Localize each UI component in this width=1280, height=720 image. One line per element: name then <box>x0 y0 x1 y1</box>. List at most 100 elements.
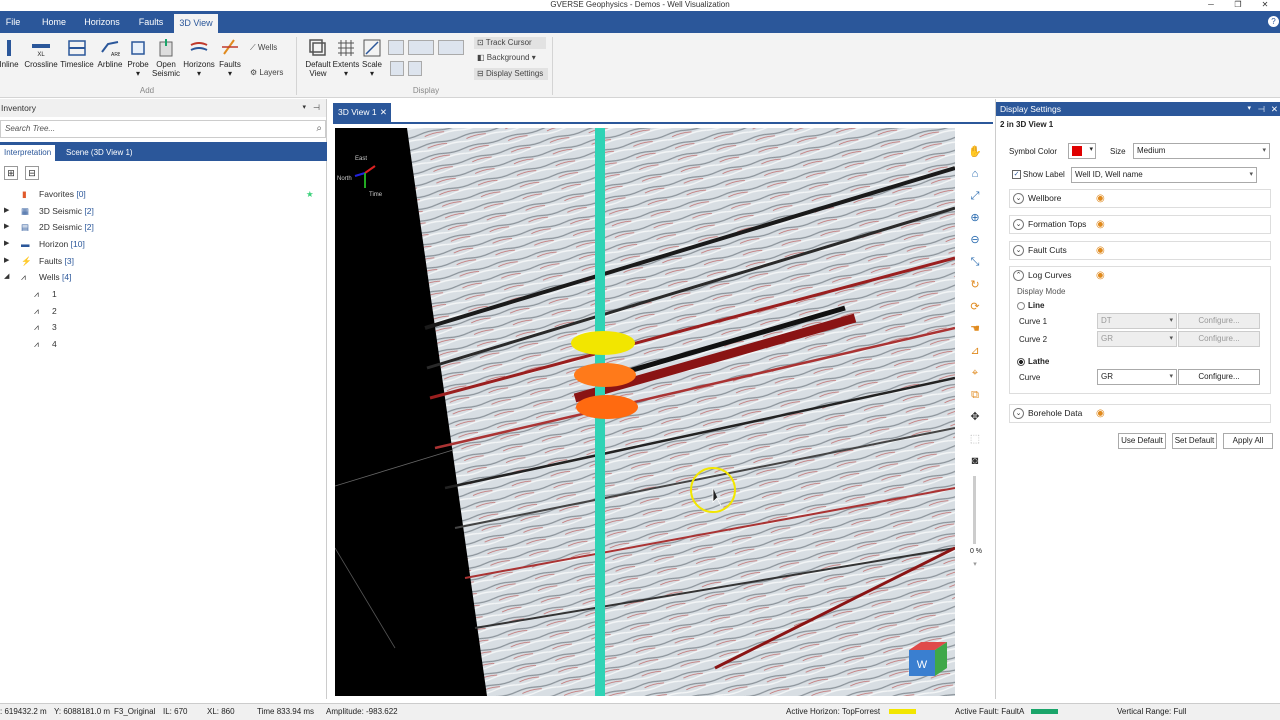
section-borehole-data[interactable]: ⌄ Borehole Data ◉ <box>1009 404 1271 423</box>
measure-icon[interactable]: ⊿ <box>968 344 982 358</box>
chevron-down-icon[interactable]: ⌄ <box>1013 408 1024 419</box>
layout-l-icon[interactable] <box>388 40 404 55</box>
curve-select[interactable]: GR ▾ <box>1097 369 1177 385</box>
chevron-down-icon[interactable]: ⌄ <box>1013 219 1024 230</box>
horizons-button[interactable]: Horizons ▾ <box>182 38 216 78</box>
close-icon[interactable]: ✕ <box>1271 102 1278 116</box>
expand-arrow-icon[interactable]: ▶ <box>4 220 9 234</box>
chevron-down-icon[interactable]: ⌄ <box>1013 193 1024 204</box>
panel-menu-icon[interactable]: ▾ <box>302 99 306 117</box>
expand-arrow-icon[interactable]: ▶ <box>4 254 9 268</box>
menu-tab-home[interactable]: Home <box>36 11 72 33</box>
expand-all-button[interactable]: ⊞ <box>4 166 18 180</box>
formation-top-marker[interactable] <box>574 363 636 387</box>
layers-button[interactable]: ⚙ Layers <box>250 67 283 79</box>
crop-icon[interactable]: ⬚ <box>968 432 982 446</box>
seismic-scene[interactable]: W <box>335 128 955 696</box>
fullscreen-icon[interactable]: ⤡ <box>968 255 982 269</box>
zoom-slider[interactable] <box>973 476 976 544</box>
layout-grid-icon[interactable] <box>438 40 464 55</box>
rotate-icon[interactable]: ↻ <box>968 278 982 292</box>
eye-icon[interactable]: ◉ <box>1096 408 1107 419</box>
curve1-configure-button[interactable]: Configure... <box>1178 313 1260 329</box>
arbline-button[interactable]: ARB Arbline <box>96 38 124 69</box>
scale-button[interactable]: Scale ▾ <box>360 38 384 78</box>
formation-top-marker[interactable] <box>571 331 635 355</box>
panel-menu-icon[interactable]: ▾ <box>1247 102 1251 116</box>
line-radio[interactable] <box>1017 302 1025 310</box>
search-input[interactable]: Search Tree... ⌕ <box>0 120 326 138</box>
inline-button[interactable]: Inline <box>0 38 20 69</box>
zoom-out-icon[interactable]: ⊖ <box>968 233 982 247</box>
show-label-checkbox[interactable]: ✓ <box>1012 170 1021 179</box>
menu-tab-faults[interactable]: Faults <box>132 11 170 33</box>
label-select[interactable]: Well ID, Well name ▾ <box>1071 167 1257 183</box>
expand-arrow-icon[interactable]: ▶ <box>4 237 9 251</box>
camera-icon[interactable]: ◙ <box>968 454 982 468</box>
crossline-button[interactable]: XL Crossline <box>24 38 58 69</box>
extents-button[interactable]: Extents ▾ <box>332 38 360 78</box>
timeslice-button[interactable]: Timeslice <box>60 38 94 69</box>
tree-item-favorites[interactable]: ▮ Favorites [0] ★ <box>4 187 324 201</box>
eye-icon[interactable]: ◉ <box>1096 245 1107 256</box>
expand-arrow-icon[interactable]: ▶ <box>4 204 9 218</box>
eye-icon[interactable]: ◉ <box>1096 193 1107 204</box>
layout-b-icon[interactable] <box>408 61 422 76</box>
symbol-color-picker[interactable]: ▾ <box>1068 143 1096 159</box>
minimize-button[interactable]: ─ <box>1200 0 1222 11</box>
curve-configure-button[interactable]: Configure... <box>1178 369 1260 385</box>
open-seismic-button[interactable]: Open Seismic <box>152 38 180 78</box>
tab-interpretation[interactable]: Interpretation <box>0 145 56 161</box>
wells-button[interactable]: ⟋ Wells <box>250 42 277 54</box>
collapse-arrow-icon[interactable]: ◢ <box>4 270 9 284</box>
lathe-radio[interactable] <box>1017 358 1025 366</box>
chevron-down-icon[interactable]: ▾ <box>968 560 982 568</box>
chevron-up-icon[interactable]: ⌃ <box>1013 270 1024 281</box>
star-icon[interactable]: ★ <box>306 187 314 201</box>
curve2-configure-button[interactable]: Configure... <box>1178 331 1260 347</box>
apply-all-button[interactable]: Apply All <box>1223 433 1273 449</box>
tab-scene[interactable]: Scene (3D View 1) <box>62 145 137 161</box>
formation-top-marker[interactable] <box>576 395 638 419</box>
pin-icon[interactable]: ⊣ <box>1258 102 1265 116</box>
layout-split-icon[interactable] <box>408 40 434 55</box>
home-icon[interactable]: ⌂ <box>968 167 982 181</box>
use-default-button[interactable]: Use Default <box>1118 433 1166 449</box>
default-view-button[interactable]: Default View <box>302 38 334 78</box>
background-button[interactable]: ◧ Background ▾ <box>474 52 546 64</box>
close-tab-icon[interactable]: ✕ <box>380 103 387 122</box>
size-select[interactable]: Medium ▾ <box>1133 143 1270 159</box>
track-cursor-button[interactable]: ⊡ Track Cursor <box>474 37 546 49</box>
zoom-in-icon[interactable]: ⊕ <box>968 211 982 225</box>
chevron-down-icon[interactable]: ⌄ <box>1013 245 1024 256</box>
menu-tab-file[interactable]: File <box>0 11 26 33</box>
maximize-button[interactable]: ❐ <box>1227 0 1249 11</box>
move-icon[interactable]: ✥ <box>968 410 982 424</box>
3d-viewport[interactable]: W East North Time <box>335 128 955 696</box>
pick-icon[interactable]: ⌖ <box>968 366 982 380</box>
collapse-all-button[interactable]: ⊟ <box>25 166 39 180</box>
probe-button[interactable]: Probe ▾ <box>126 38 150 78</box>
pin-icon[interactable]: ⊣ <box>313 99 320 117</box>
section-wellbore[interactable]: ⌄ Wellbore ◉ <box>1009 189 1271 208</box>
select-icon[interactable]: ☚ <box>968 322 982 336</box>
faults-button[interactable]: Faults ▾ <box>218 38 242 78</box>
close-window-button[interactable]: ✕ <box>1254 0 1276 11</box>
eye-icon[interactable]: ◉ <box>1096 270 1107 281</box>
box-icon[interactable]: ⧉ <box>968 388 982 402</box>
display-settings-button[interactable]: ⊟ Display Settings <box>474 68 548 80</box>
pan-hand-icon[interactable]: ✋ <box>968 145 982 159</box>
layout-a-icon[interactable] <box>390 61 404 76</box>
menu-tab-horizons[interactable]: Horizons <box>80 11 124 33</box>
curve2-select[interactable]: GR ▾ <box>1097 331 1177 347</box>
section-fault-cuts[interactable]: ⌄ Fault Cuts ◉ <box>1009 241 1271 260</box>
tab-3d-view-1[interactable]: 3D View 1 ✕ <box>333 103 391 122</box>
fit-icon[interactable]: ⤢ <box>968 189 982 203</box>
curve1-select[interactable]: DT ▾ <box>1097 313 1177 329</box>
search-icon[interactable]: ⌕ <box>316 121 322 137</box>
set-default-button[interactable]: Set Default <box>1172 433 1217 449</box>
menu-tab-3d-view[interactable]: 3D View <box>174 14 218 33</box>
orbit-icon[interactable]: ⟳ <box>968 300 982 314</box>
help-icon[interactable]: ? <box>1268 16 1279 27</box>
eye-icon[interactable]: ◉ <box>1096 219 1107 230</box>
